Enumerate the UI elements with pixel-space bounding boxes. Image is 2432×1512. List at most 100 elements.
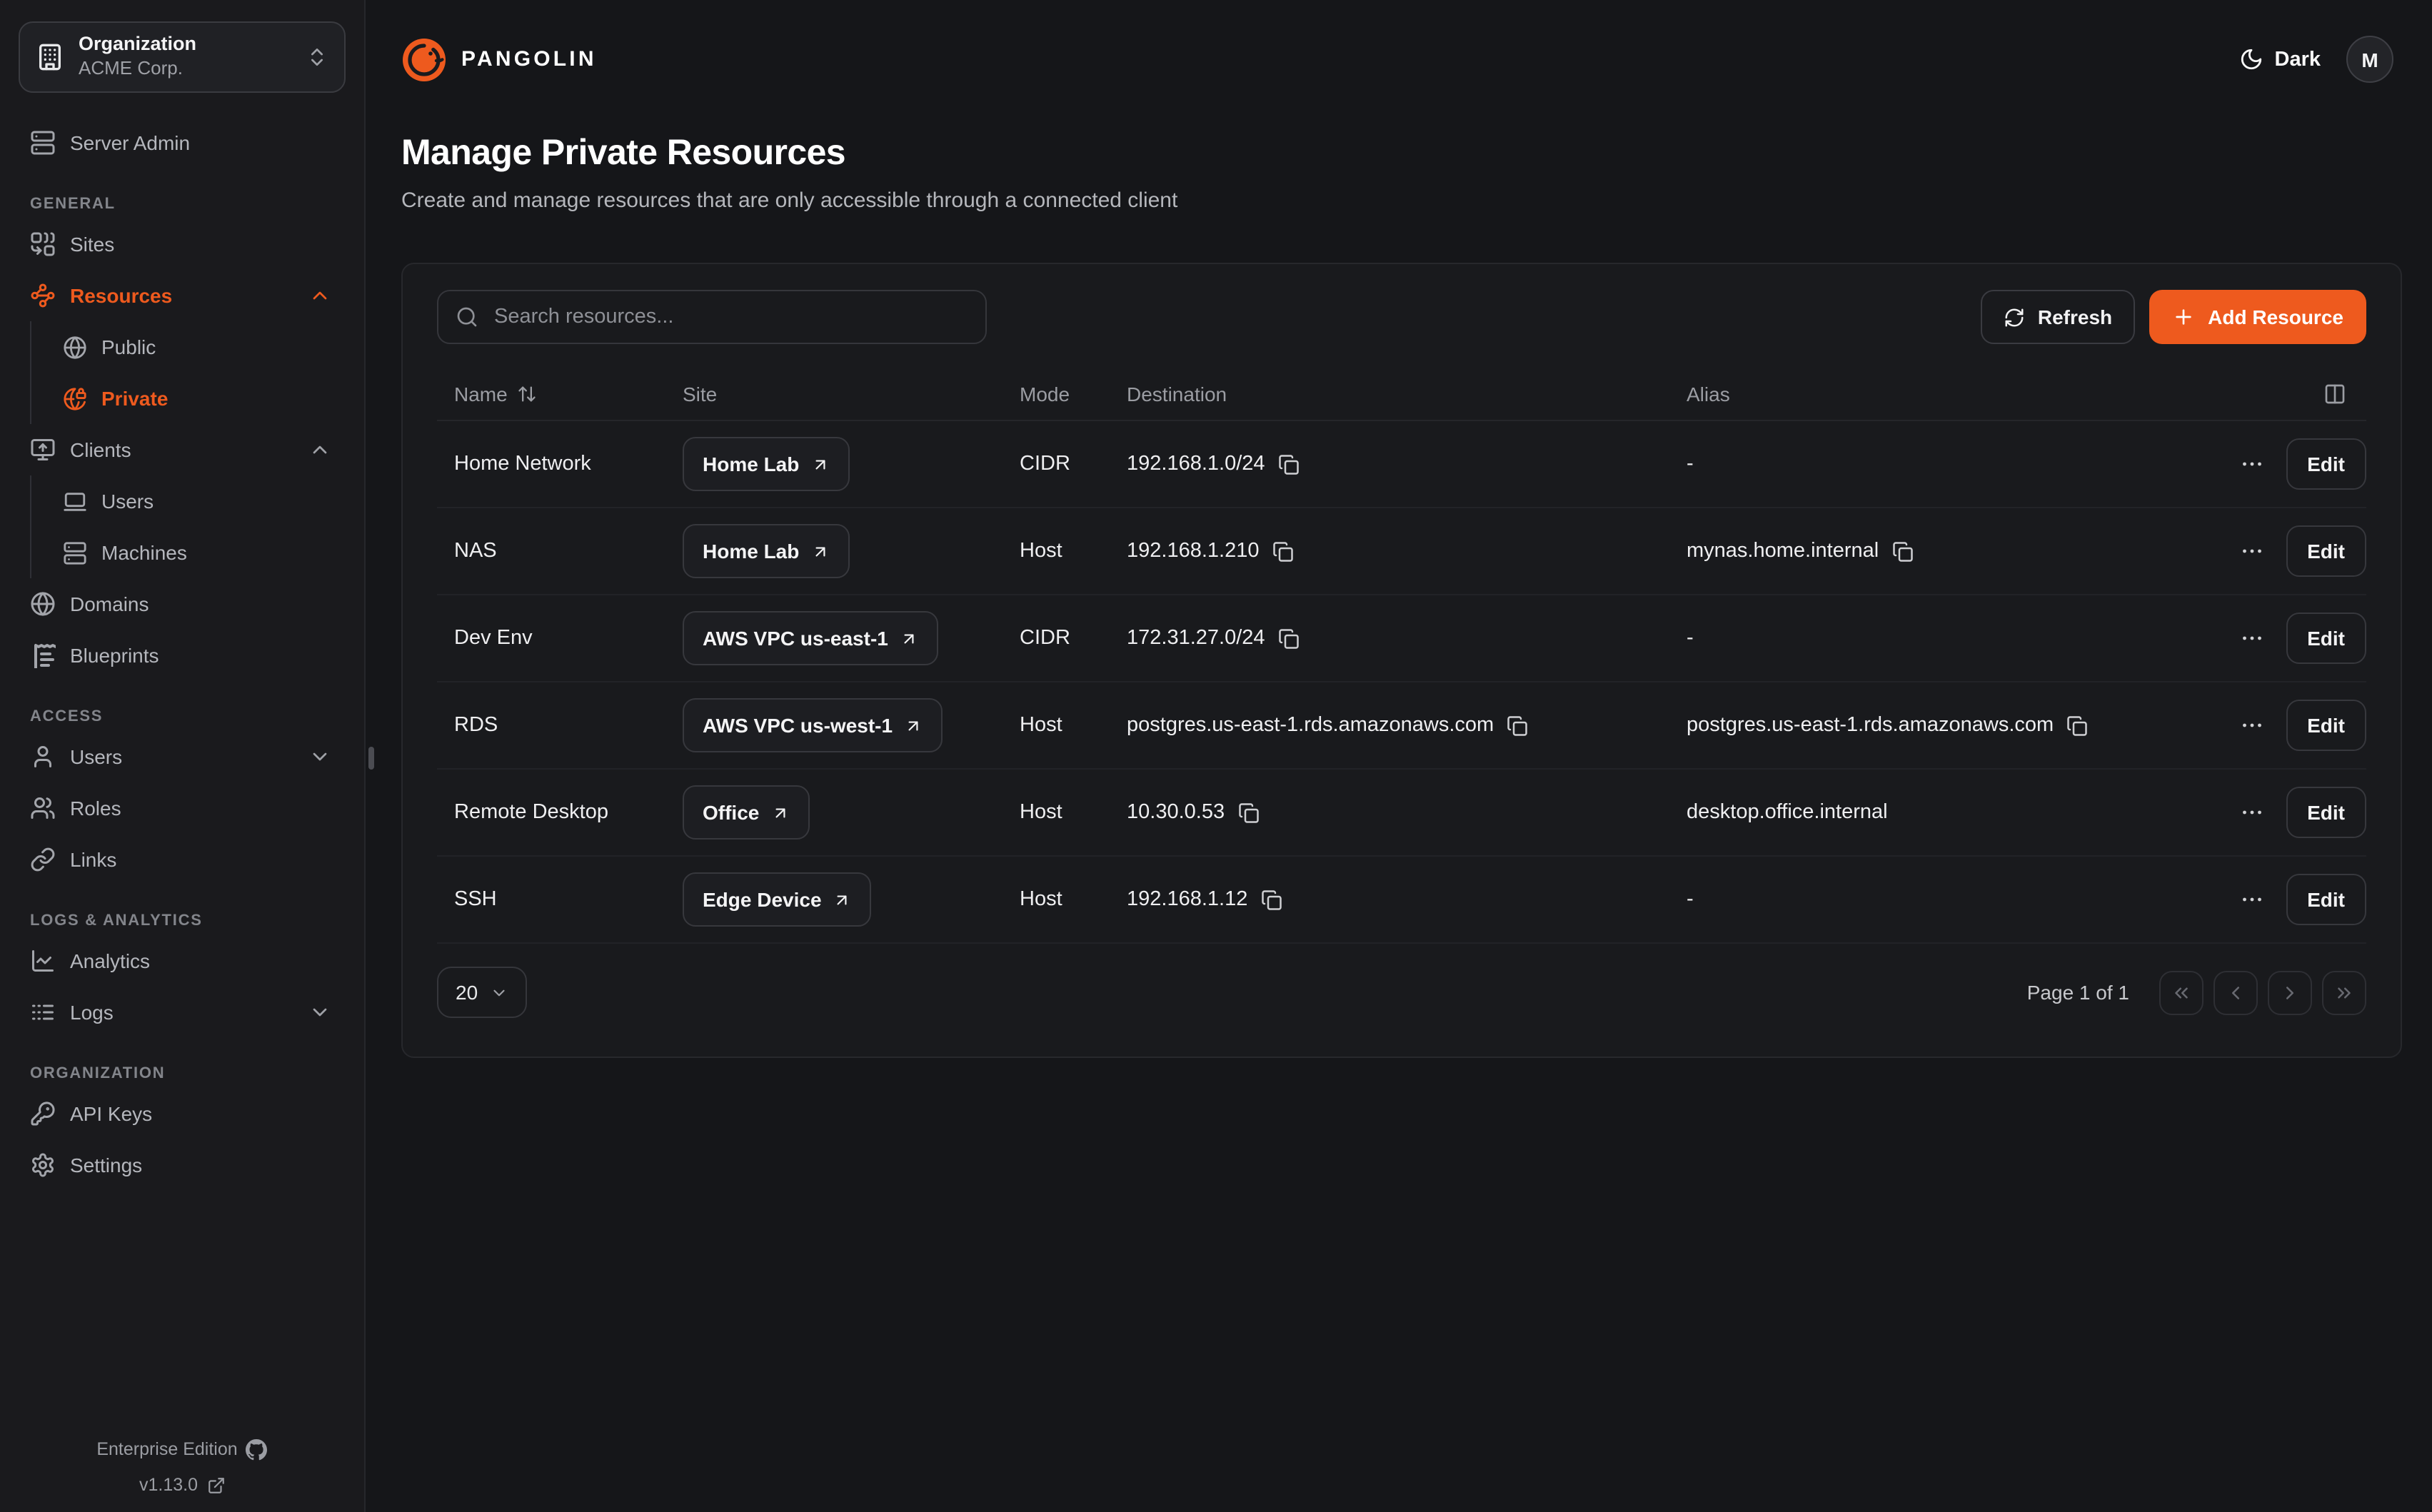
site-link-button[interactable]: Home Lab [683, 437, 849, 491]
site-link-button[interactable]: AWS VPC us-east-1 [683, 611, 938, 665]
site-link-button[interactable]: Office [683, 785, 809, 840]
table-body: Home Network Home Lab CIDR 192.168.1.0/2… [437, 421, 2366, 944]
site-name: Edge Device [703, 888, 822, 911]
refresh-label: Refresh [2038, 306, 2112, 328]
row-menu-button[interactable] [2236, 797, 2267, 828]
edit-button[interactable]: Edit [2286, 438, 2366, 490]
sidebar-item-links[interactable]: Links [19, 834, 346, 885]
previous-page-button[interactable] [2214, 970, 2258, 1014]
plus-icon [2172, 306, 2195, 328]
next-page-button[interactable] [2268, 970, 2312, 1014]
resource-destination: 192.168.1.12 [1127, 888, 1247, 911]
table-row: Dev Env AWS VPC us-east-1 CIDR 172.31.27… [437, 595, 2366, 682]
chevron-left-icon [2225, 982, 2246, 1003]
table-row: RDS AWS VPC us-west-1 Host postgres.us-e… [437, 682, 2366, 770]
row-menu-button[interactable] [2236, 710, 2267, 741]
version-label: v1.13.0 [139, 1477, 198, 1495]
resource-name: NAS [454, 540, 683, 563]
site-name: Office [703, 801, 759, 824]
column-visibility-button[interactable] [2209, 382, 2366, 405]
laptop-icon [63, 489, 87, 513]
copy-icon[interactable] [1237, 802, 1259, 823]
sidebar-item-domains[interactable]: Domains [19, 578, 346, 630]
search-box[interactable] [437, 290, 987, 344]
table-row: NAS Home Lab Host 192.168.1.210 mynas.ho… [437, 508, 2366, 595]
sidebar-item-label: API Keys [70, 1102, 152, 1125]
user-avatar[interactable]: M [2346, 36, 2393, 83]
section-label-access: ACCESS [19, 708, 346, 725]
building-icon [36, 43, 64, 71]
site-link-button[interactable]: Edge Device [683, 872, 872, 927]
sidebar-item-sites[interactable]: Sites [19, 218, 346, 270]
add-resource-button[interactable]: Add Resource [2149, 290, 2366, 344]
page-size-select[interactable]: 20 [437, 967, 526, 1018]
sidebar-item-label: Public [101, 336, 156, 358]
sidebar-item-roles[interactable]: Roles [19, 782, 346, 834]
row-menu-button[interactable] [2236, 535, 2267, 567]
sidebar-item-settings[interactable]: Settings [19, 1139, 346, 1191]
chevron-down-icon [308, 1001, 331, 1024]
row-menu-button[interactable] [2236, 884, 2267, 915]
org-selector[interactable]: Organization ACME Corp. [19, 21, 346, 93]
last-page-button[interactable] [2322, 970, 2366, 1014]
site-link-button[interactable]: Home Lab [683, 524, 849, 578]
edit-button[interactable]: Edit [2286, 787, 2366, 838]
resource-name: Remote Desktop [454, 801, 683, 824]
search-input[interactable] [491, 304, 968, 330]
resource-mode: Host [1020, 801, 1127, 824]
sidebar-item-users[interactable]: Users [19, 731, 346, 782]
version-link[interactable]: v1.13.0 [0, 1476, 364, 1495]
sidebar-item-label: Machines [101, 541, 187, 564]
copy-icon[interactable] [1891, 540, 1913, 562]
edit-button[interactable]: Edit [2286, 874, 2366, 925]
brand-logo: PANGOLIN [401, 36, 597, 82]
row-menu-button[interactable] [2236, 448, 2267, 480]
edit-button[interactable]: Edit [2286, 700, 2366, 751]
row-menu-button[interactable] [2236, 623, 2267, 654]
sidebar-item-label: Blueprints [70, 644, 159, 667]
sidebar-item-label: Logs [70, 1001, 114, 1024]
ellipsis-icon [2238, 625, 2264, 651]
arrow-up-right-icon [810, 542, 829, 560]
ellipsis-icon [2238, 451, 2264, 477]
sidebar-item-clients[interactable]: Clients [19, 424, 346, 475]
sort-icon [518, 383, 538, 403]
resource-mode: Host [1020, 888, 1127, 911]
copy-icon[interactable] [1278, 453, 1300, 475]
globe-icon [30, 591, 56, 617]
sidebar-item-blueprints[interactable]: Blueprints [19, 630, 346, 681]
section-label-logs-analytics: LOGS & ANALYTICS [19, 912, 346, 929]
edition-link[interactable]: Enterprise Edition [0, 1439, 364, 1461]
column-header-name[interactable]: Name [454, 382, 683, 405]
column-header-destination: Destination [1127, 382, 1687, 405]
site-link-button[interactable]: AWS VPC us-west-1 [683, 698, 943, 752]
avatar-initial: M [2361, 48, 2378, 71]
sidebar-item-machines[interactable]: Machines [31, 527, 346, 578]
sidebar-item-resources[interactable]: Resources [19, 270, 346, 321]
sidebar-item-public[interactable]: Public [31, 321, 346, 373]
edit-button[interactable]: Edit [2286, 525, 2366, 577]
sidebar-item-analytics[interactable]: Analytics [19, 935, 346, 987]
link-icon [30, 847, 56, 872]
first-page-button[interactable] [2159, 970, 2204, 1014]
refresh-button[interactable]: Refresh [1981, 290, 2135, 344]
sidebar-item-server-admin[interactable]: Server Admin [19, 117, 346, 168]
copy-icon[interactable] [1507, 715, 1528, 736]
copy-icon[interactable] [1272, 540, 1293, 562]
sidebar-item-api-keys[interactable]: API Keys [19, 1088, 346, 1139]
search-icon [456, 306, 478, 328]
sidebar-item-logs[interactable]: Logs [19, 987, 346, 1038]
sidebar-footer: Enterprise Edition v1.13.0 [0, 1423, 364, 1512]
copy-icon[interactable] [1278, 628, 1300, 649]
edit-button[interactable]: Edit [2286, 613, 2366, 664]
resources-card: Refresh Add Resource Name Site Mode Dest… [401, 263, 2402, 1058]
main-content: PANGOLIN Dark M Manage Private Resources… [367, 0, 2432, 1512]
sidebar-item-label: Clients [70, 438, 131, 461]
moon-icon [2239, 47, 2263, 71]
copy-icon[interactable] [2066, 715, 2088, 736]
sidebar-item-private[interactable]: Private [31, 373, 346, 424]
arrow-up-right-icon [904, 716, 923, 735]
copy-icon[interactable] [1260, 889, 1282, 910]
theme-toggle[interactable]: Dark [2239, 47, 2321, 71]
sidebar-item-client-users[interactable]: Users [31, 475, 346, 527]
